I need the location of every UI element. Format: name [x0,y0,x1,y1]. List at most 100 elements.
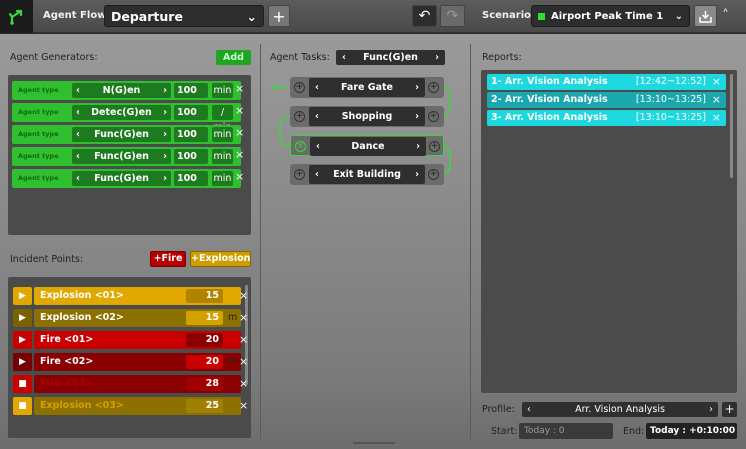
profile-label: Profile: [482,404,515,415]
task-label: Fare Gate [341,82,393,93]
remove-incident-icon[interactable]: × [239,331,248,349]
chevron-right-icon[interactable]: › [416,141,420,152]
generator-row: Agent type ‹ Func(G)en › 100 min × [12,125,244,144]
agent-flow-dropdown[interactable]: Departure ⌄ [104,5,264,27]
remove-generator-icon[interactable]: × [235,82,244,95]
play-icon[interactable]: ▶ [13,287,32,305]
remove-incident-icon[interactable]: × [239,397,248,415]
play-icon[interactable]: ▶ [13,353,32,371]
add-circle-icon[interactable]: + [428,169,439,180]
rate-input[interactable]: 100 [174,127,208,142]
incident-radius-input[interactable]: 20 [186,333,223,347]
scenario-dropdown[interactable]: Airport Peak Time 1 ⌄ [531,5,690,27]
agent-type-selector[interactable]: ‹ Func(G)en › [72,171,171,186]
chevron-left-icon[interactable]: ‹ [76,129,80,140]
chevron-right-icon[interactable]: › [709,404,713,415]
add-circle-icon[interactable]: + [294,82,305,93]
remove-generator-icon[interactable]: × [235,104,244,117]
task-selector[interactable]: ‹ Fare Gate › [309,78,425,97]
chevron-left-icon[interactable]: ‹ [315,111,319,122]
incident-radius-input[interactable]: 20 [186,355,223,369]
rate-input[interactable]: 100 [174,149,208,164]
incident-radius-input[interactable]: 25 [186,399,223,413]
chevron-left-icon[interactable]: ‹ [76,107,80,118]
branch-logo-icon[interactable] [0,0,33,33]
remove-report-icon[interactable]: × [712,74,721,90]
task-node[interactable]: + ‹ Exit Building › + [290,164,444,185]
redo-icon[interactable]: ↷ [440,5,465,27]
task-node[interactable]: + ‹ Shopping › + [290,106,444,127]
play-icon[interactable]: ▶ [13,309,32,327]
chevron-left-icon[interactable]: ‹ [527,404,531,415]
remove-generator-icon[interactable]: × [235,148,244,161]
remove-generator-icon[interactable]: × [235,126,244,139]
chevron-right-icon[interactable]: › [163,173,167,184]
remove-incident-icon[interactable]: × [239,353,248,371]
add-circle-icon[interactable]: + [428,82,439,93]
agent-type-selector[interactable]: ‹ Detec(G)en › [72,105,171,120]
incident-radius-input[interactable]: 28 [186,377,223,391]
add-profile-button[interactable]: + [722,402,737,417]
rate-input[interactable]: 100 [174,171,208,186]
chevron-right-icon[interactable]: › [163,85,167,96]
incident-radius-unit: m [228,312,238,323]
chevron-right-icon[interactable]: › [415,111,419,122]
report-item[interactable]: 2- Arr. Vision Analysis [13:10~13:25] × [487,92,726,108]
agent-type-selector[interactable]: ‹ N(G)en › [72,83,171,98]
close-circle-icon[interactable]: × [295,141,306,152]
task-node[interactable]: × ‹ Dance › + [290,135,444,156]
chevron-right-icon[interactable]: › [415,169,419,180]
remove-incident-icon[interactable]: × [239,309,248,327]
rate-input[interactable]: 100 [174,105,208,120]
add-explosion-button[interactable]: +Explosion [190,251,251,267]
task-selector[interactable]: ‹ Shopping › [309,107,425,126]
save-icon[interactable] [694,5,717,27]
chevron-up-icon[interactable]: ˄ [722,8,729,24]
report-item[interactable]: 3- Arr. Vision Analysis [13:10~13:25] × [487,110,726,126]
chevron-left-icon[interactable]: ‹ [316,141,320,152]
end-time-field[interactable]: Today : +0:10:00 [646,423,737,439]
start-time-field[interactable]: Today : 0 [519,423,613,439]
chevron-right-icon[interactable]: › [163,129,167,140]
remove-report-icon[interactable]: × [712,110,721,126]
report-item[interactable]: 1- Arr. Vision Analysis [12:42~12:52] × [487,74,726,90]
stop-icon[interactable]: ■ [13,375,32,393]
undo-icon[interactable]: ↶ [412,5,437,27]
incident-radius-input[interactable]: 15 [186,311,223,325]
chevron-left-icon[interactable]: ‹ [315,169,319,180]
task-selector[interactable]: ‹ Exit Building › [309,165,425,184]
remove-incident-icon[interactable]: × [239,375,248,393]
reports-scrollbar[interactable] [730,74,733,178]
rate-input[interactable]: 100 [174,83,208,98]
task-selector[interactable]: ‹ Dance › [310,137,426,156]
task-node[interactable]: + ‹ Fare Gate › + [290,77,444,98]
chevron-right-icon[interactable]: › [415,82,419,93]
rate-unit: min [212,83,233,98]
chevron-left-icon[interactable]: ‹ [76,85,80,96]
add-generator-button[interactable]: Add [216,50,251,65]
chevron-left-icon[interactable]: ‹ [76,173,80,184]
chevron-right-icon[interactable]: › [163,151,167,162]
add-circle-icon[interactable]: + [429,141,440,152]
chevron-right-icon[interactable]: › [435,52,439,63]
add-circle-icon[interactable]: + [428,111,439,122]
task-generator-selector[interactable]: ‹ Func(G)en › [336,50,445,65]
chevron-right-icon[interactable]: › [163,107,167,118]
chevron-left-icon[interactable]: ‹ [315,82,319,93]
chevron-left-icon[interactable]: ‹ [76,151,80,162]
stop-icon[interactable]: ■ [13,397,32,415]
agent-type-selector[interactable]: ‹ Func(G)en › [72,127,171,142]
remove-report-icon[interactable]: × [712,92,721,108]
chevron-left-icon[interactable]: ‹ [342,52,346,63]
add-flow-button[interactable]: + [268,5,290,27]
incident-radius-input[interactable]: 15 [186,289,223,303]
remove-incident-icon[interactable]: × [239,287,248,305]
add-fire-button[interactable]: +Fire [150,251,186,267]
resize-handle[interactable] [353,442,395,444]
remove-generator-icon[interactable]: × [235,170,244,183]
add-circle-icon[interactable]: + [294,169,305,180]
play-icon[interactable]: ▶ [13,331,32,349]
add-circle-icon[interactable]: + [294,111,305,122]
profile-selector[interactable]: ‹ Arr. Vision Analysis › [522,402,718,417]
agent-type-selector[interactable]: ‹ Func(G)en › [72,149,171,164]
